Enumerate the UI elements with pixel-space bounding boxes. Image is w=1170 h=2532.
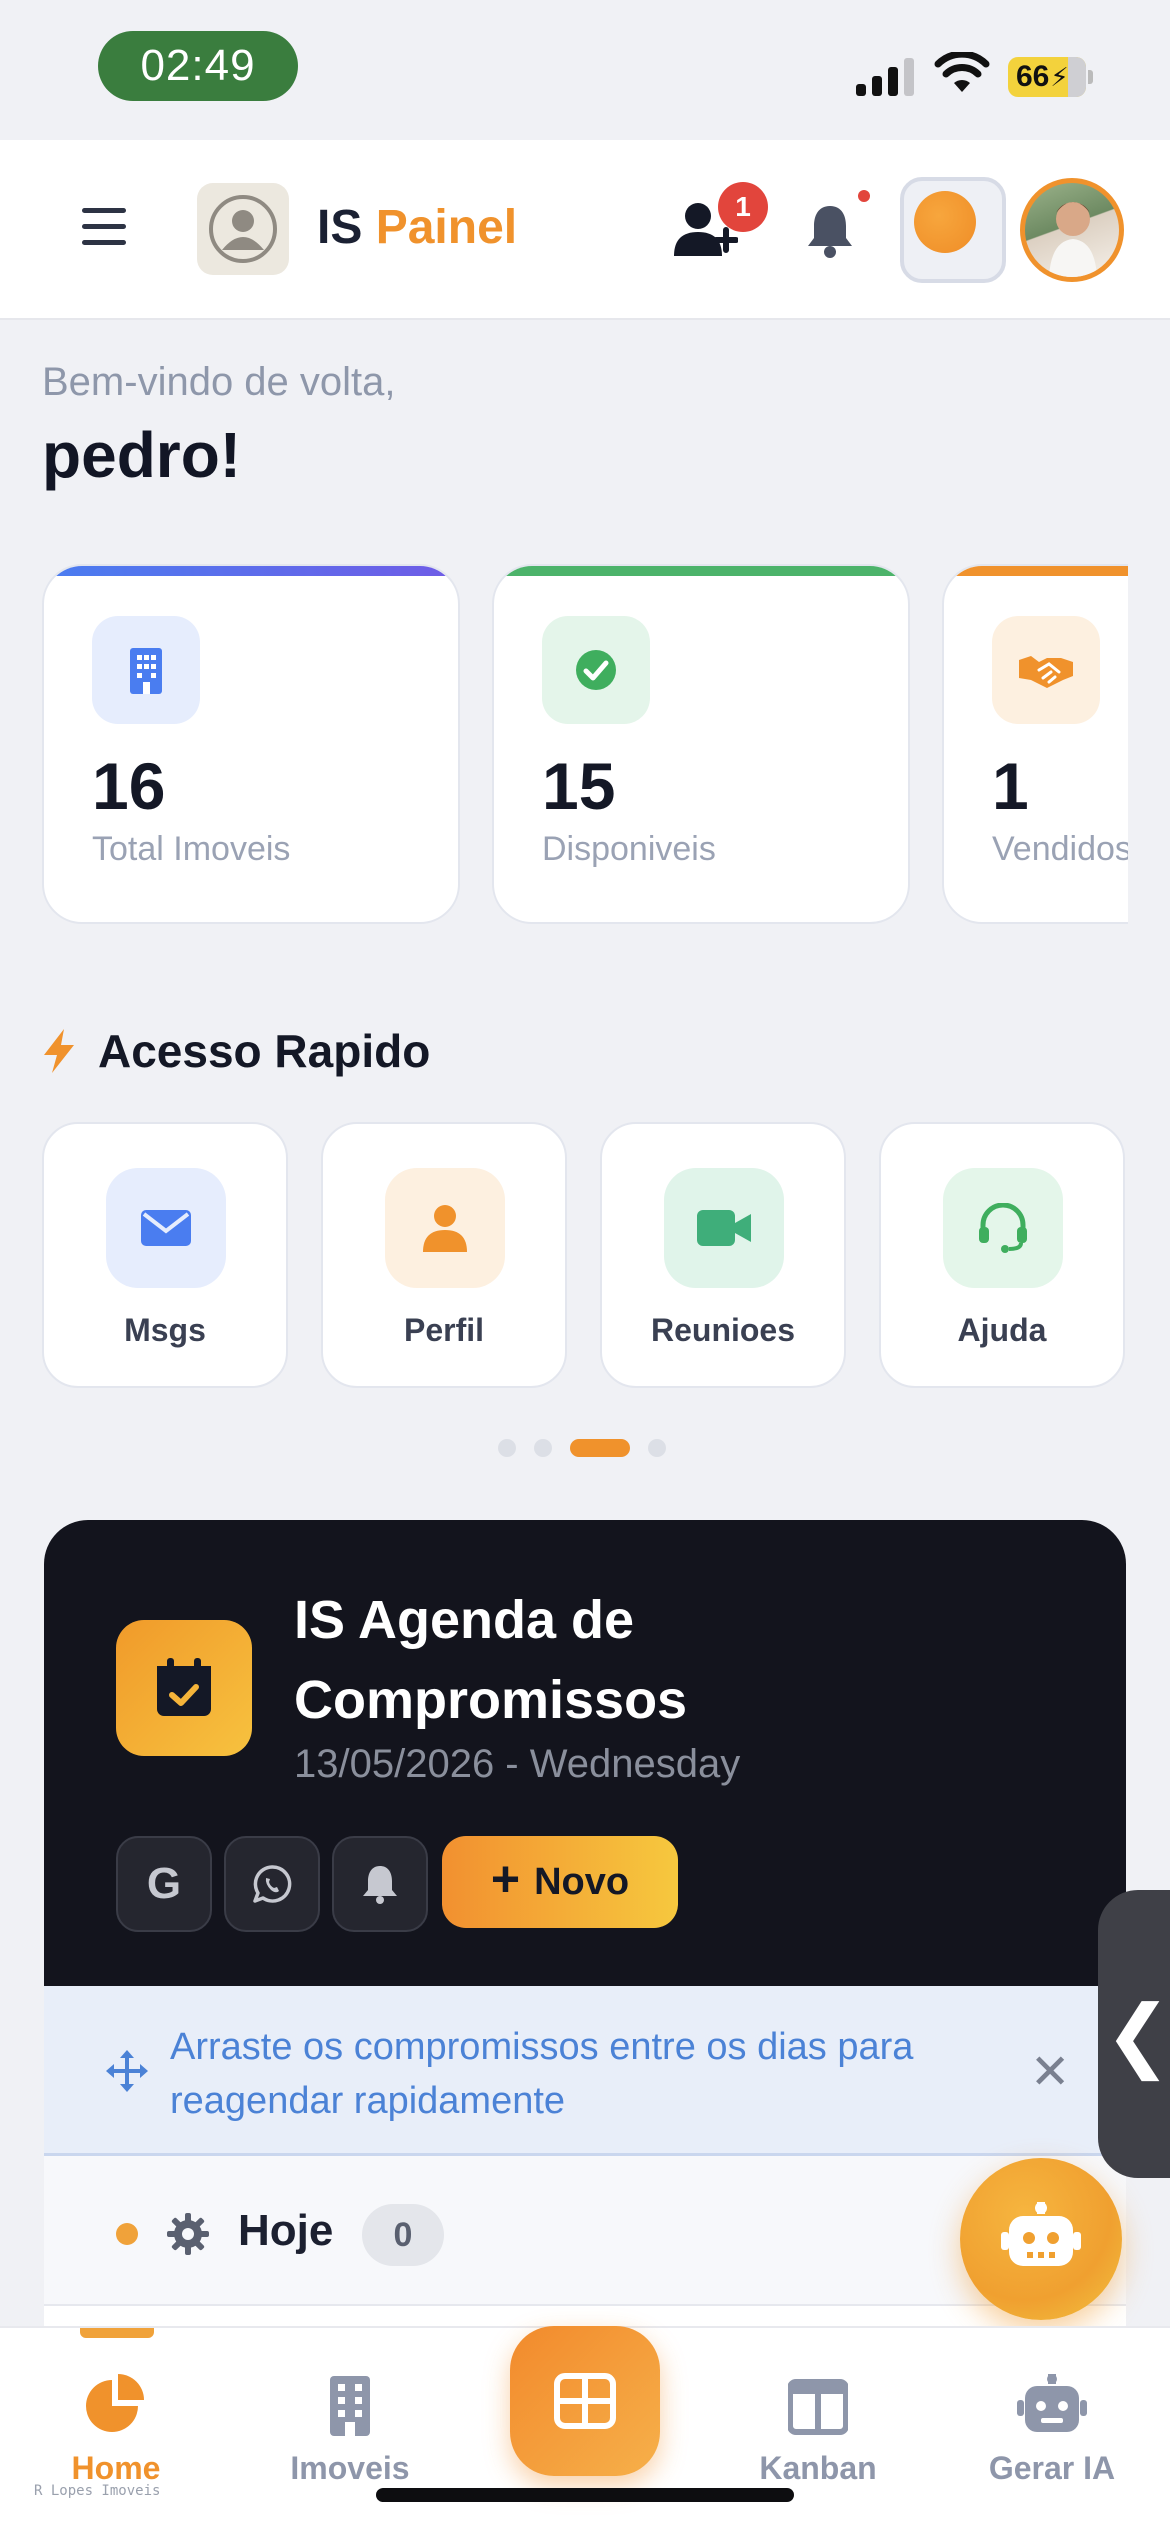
google-sync-button[interactable]: G	[116, 1836, 212, 1932]
stat-card-available[interactable]: 15 Disponiveis	[492, 564, 910, 924]
whatsapp-button[interactable]	[224, 1836, 320, 1932]
drag-hint-text: Arraste os compromissos entre os dias pa…	[170, 2026, 914, 2122]
agenda-header: IS Agenda de Compromissos 13/05/2026 - W…	[44, 1520, 1126, 1986]
quick-access-messages[interactable]: Msgs	[42, 1122, 288, 1388]
status-bar: 02:49 66 ⚡	[0, 0, 1170, 140]
robot-icon	[1001, 2202, 1081, 2266]
side-drawer-handle[interactable]: ❮	[1098, 1890, 1170, 2178]
battery-indicator: 66 ⚡	[1008, 57, 1093, 97]
stat-value: 1	[992, 749, 1029, 823]
stat-card-sold[interactable]: 1 Vendidos	[942, 564, 1128, 924]
user-placeholder-icon	[209, 195, 277, 263]
nav-label: Imoveis	[290, 2450, 410, 2486]
nav-kanban[interactable]: Kanban	[718, 2374, 918, 2487]
agenda-date: 13/05/2026 - Wednesday	[294, 1742, 741, 1786]
today-label: Hoje	[238, 2206, 334, 2255]
menu-icon[interactable]	[82, 208, 126, 246]
bell-icon	[363, 1866, 397, 1904]
stat-label: Vendidos	[992, 830, 1128, 868]
pager-dot[interactable]	[534, 1439, 552, 1457]
handshake-icon	[992, 616, 1100, 724]
building-icon	[92, 616, 200, 724]
pager-dot-active[interactable]	[570, 1439, 630, 1457]
greeting-subtitle: Bem-vindo de volta,	[42, 360, 396, 404]
agenda-card: IS Agenda de Compromissos 13/05/2026 - W…	[44, 1520, 1126, 2440]
plus-icon: +	[490, 1851, 521, 1907]
brand-title: IS Painel	[317, 200, 517, 255]
logo	[197, 183, 289, 275]
charging-bolt-icon: ⚡	[1050, 61, 1069, 92]
reminder-button[interactable]	[332, 1836, 428, 1932]
quick-access-profile[interactable]: Perfil	[321, 1122, 567, 1388]
chevron-left-icon: ❮	[1104, 1989, 1170, 2079]
pie-chart-icon	[86, 2374, 144, 2432]
google-icon: G	[146, 1859, 182, 1908]
friend-request-badge: 1	[718, 182, 768, 232]
quick-access-label: Msgs	[124, 1312, 206, 1348]
pager-dot[interactable]	[498, 1439, 516, 1457]
nav-label: Home	[71, 2450, 161, 2486]
wifi-icon	[934, 52, 990, 92]
center-action-button[interactable]	[510, 2326, 660, 2476]
avatar-photo	[1049, 202, 1097, 277]
gear-icon	[167, 2213, 209, 2255]
quick-access-label: Perfil	[403, 1312, 485, 1348]
battery-level: 66	[1016, 60, 1050, 93]
notification-dot	[858, 190, 870, 202]
pager-dot[interactable]	[648, 1439, 666, 1457]
quick-access-pager[interactable]	[498, 1438, 666, 1458]
ai-assistant-button[interactable]	[960, 2158, 1122, 2320]
close-icon[interactable]: ✕	[1030, 2044, 1070, 2100]
greeting-name: pedro!	[42, 419, 242, 491]
stats-carousel[interactable]: 16 Total Imoveis 15 Disponiveis 1 Vendid…	[42, 564, 1128, 924]
nav-label: Gerar IA	[988, 2450, 1116, 2486]
status-time: 02:49	[98, 31, 298, 101]
headset-icon	[943, 1168, 1063, 1288]
user-icon	[385, 1168, 505, 1288]
agenda-title: IS Agenda de Compromissos	[294, 1590, 688, 1730]
today-count-badge: 0	[362, 2204, 444, 2266]
new-appointment-button[interactable]: + Novo	[442, 1836, 678, 1928]
mail-icon	[106, 1168, 226, 1288]
status-dot	[116, 2223, 138, 2245]
grid-icon	[554, 2373, 616, 2429]
stat-label: Disponiveis	[542, 830, 716, 868]
video-icon	[664, 1168, 784, 1288]
check-circle-icon	[542, 616, 650, 724]
quick-access-label: Ajuda	[957, 1312, 1047, 1348]
stat-value: 16	[92, 749, 166, 823]
whatsapp-icon	[253, 1865, 292, 1903]
active-tab-indicator	[80, 2328, 154, 2338]
sun-icon	[914, 191, 976, 253]
stat-value: 15	[542, 749, 616, 823]
theme-toggle-button[interactable]	[900, 177, 1006, 283]
lightning-icon	[44, 1029, 74, 1073]
quick-access-label: Reunioes	[650, 1312, 796, 1348]
nav-properties[interactable]: Imoveis	[250, 2374, 450, 2487]
stat-label: Total Imoveis	[92, 830, 291, 868]
robot-icon	[1017, 2374, 1087, 2432]
quick-access-meetings[interactable]: Reunioes	[600, 1122, 846, 1388]
quick-access-heading: Acesso Rapido	[42, 1020, 430, 1082]
new-appointment-label: Novo	[534, 1860, 630, 1903]
watermark: R Lopes Imoveis	[34, 2483, 161, 2499]
nav-generate-ai[interactable]: Gerar IA	[952, 2374, 1152, 2487]
home-indicator	[376, 2488, 794, 2502]
calendar-check-icon	[116, 1620, 252, 1756]
drag-hint-banner: Arraste os compromissos entre os dias pa…	[44, 1986, 1126, 2156]
quick-access-help[interactable]: Ajuda	[879, 1122, 1125, 1388]
building-icon	[330, 2376, 370, 2436]
nav-home[interactable]: Home	[16, 2374, 216, 2487]
nav-label: Kanban	[759, 2450, 877, 2486]
brand-prefix: IS	[317, 201, 363, 254]
stat-card-total[interactable]: 16 Total Imoveis	[42, 564, 460, 924]
app-header: IS Painel 1	[0, 140, 1170, 320]
kanban-icon	[788, 2379, 848, 2435]
move-arrows-icon	[106, 2050, 148, 2092]
quick-access-title: Acesso Rapido	[98, 1025, 431, 1077]
bell-icon[interactable]	[806, 204, 854, 258]
brand-suffix: Painel	[375, 201, 518, 254]
avatar[interactable]	[1020, 178, 1124, 282]
cellular-signal-icon	[856, 58, 914, 96]
